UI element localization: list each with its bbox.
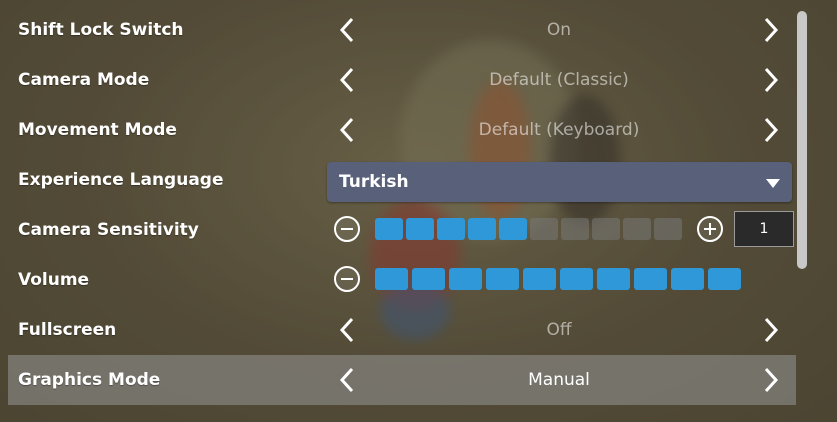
- slider-segment[interactable]: [406, 218, 434, 240]
- slider-segment[interactable]: [597, 268, 630, 290]
- setting-row-camera-sensitivity: Camera Sensitivity 1: [8, 205, 796, 255]
- slider-segment[interactable]: [486, 268, 519, 290]
- chevron-left-icon[interactable]: [332, 64, 364, 96]
- slider-segment[interactable]: [375, 268, 408, 290]
- slider-segment[interactable]: [412, 268, 445, 290]
- setting-value: Off: [546, 320, 572, 340]
- slider-segment[interactable]: [708, 268, 741, 290]
- minus-circle-icon[interactable]: [334, 216, 360, 242]
- chevron-left-icon[interactable]: [332, 314, 364, 346]
- chevron-right-icon[interactable]: [754, 314, 786, 346]
- setting-row-fullscreen: Fullscreen Off: [8, 305, 796, 355]
- language-dropdown[interactable]: Turkish: [327, 162, 792, 202]
- setting-label: Movement Mode: [18, 120, 177, 140]
- setting-label: Camera Sensitivity: [18, 220, 199, 240]
- setting-label: Fullscreen: [18, 320, 117, 340]
- setting-value: Default (Classic): [489, 70, 629, 90]
- setting-row-experience-language: Experience Language Turkish: [8, 155, 796, 205]
- slider-segment[interactable]: [468, 218, 496, 240]
- slider-segment[interactable]: [560, 268, 593, 290]
- setting-row-camera-mode: Camera Mode Default (Classic): [8, 55, 796, 105]
- chevron-left-icon[interactable]: [332, 14, 364, 46]
- setting-row-shift-lock: Shift Lock Switch On: [8, 5, 796, 55]
- setting-label: Volume: [18, 270, 90, 290]
- slider-segment[interactable]: [592, 218, 620, 240]
- slider-segment[interactable]: [654, 218, 682, 240]
- chevron-left-icon[interactable]: [332, 364, 364, 396]
- setting-value: Manual: [528, 370, 590, 390]
- slider-segment[interactable]: [561, 218, 589, 240]
- setting-row-volume: Volume: [8, 255, 796, 305]
- volume-slider[interactable]: [375, 268, 745, 290]
- slider-segment[interactable]: [437, 218, 465, 240]
- slider-segment[interactable]: [449, 268, 482, 290]
- setting-row-movement-mode: Movement Mode Default (Keyboard): [8, 105, 796, 155]
- slider-segment[interactable]: [499, 218, 527, 240]
- plus-circle-icon[interactable]: [697, 216, 723, 242]
- chevron-left-icon[interactable]: [332, 114, 364, 146]
- chevron-right-icon[interactable]: [754, 364, 786, 396]
- minus-circle-icon[interactable]: [334, 266, 360, 292]
- sensitivity-slider[interactable]: [375, 218, 684, 240]
- slider-segment[interactable]: [671, 268, 704, 290]
- chevron-right-icon[interactable]: [754, 14, 786, 46]
- slider-segment[interactable]: [634, 268, 667, 290]
- setting-label: Experience Language: [18, 170, 224, 190]
- scrollbar-thumb[interactable]: [797, 11, 807, 269]
- slider-segment[interactable]: [523, 268, 556, 290]
- setting-label: Graphics Mode: [18, 370, 161, 390]
- setting-value: Default (Keyboard): [478, 120, 640, 140]
- slider-segment[interactable]: [623, 218, 651, 240]
- chevron-right-icon[interactable]: [754, 114, 786, 146]
- setting-label: Shift Lock Switch: [18, 20, 184, 40]
- chevron-right-icon[interactable]: [754, 64, 786, 96]
- slider-segment[interactable]: [530, 218, 558, 240]
- sensitivity-value-input[interactable]: 1: [734, 211, 794, 247]
- setting-row-graphics-mode[interactable]: Graphics Mode Manual: [8, 355, 796, 405]
- setting-value: On: [546, 20, 572, 40]
- settings-panel: Shift Lock Switch On Camera Mode Default…: [0, 0, 837, 422]
- slider-segment[interactable]: [375, 218, 403, 240]
- caret-down-icon: [766, 179, 780, 188]
- setting-label: Camera Mode: [18, 70, 150, 90]
- dropdown-selected-value: Turkish: [339, 172, 409, 192]
